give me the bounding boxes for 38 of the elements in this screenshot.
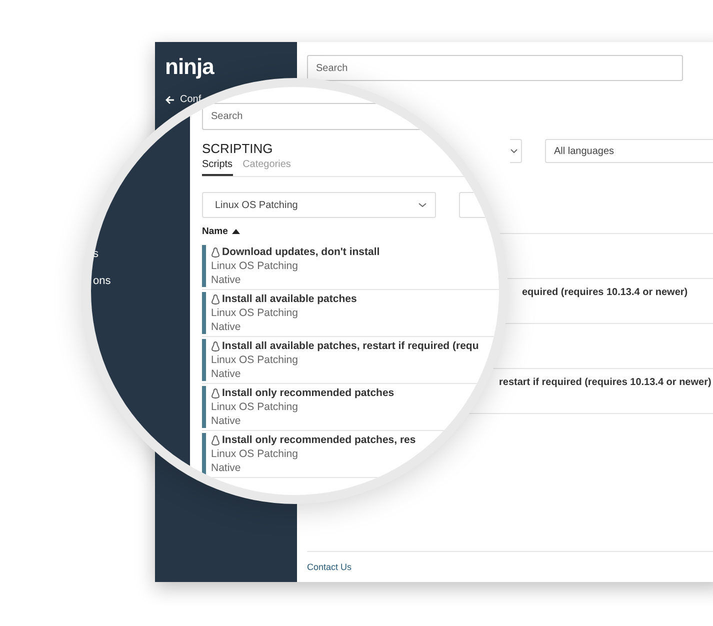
dropdown[interactable]: All languages (545, 139, 713, 163)
script-name: Install only recommended patches (222, 386, 394, 400)
script-language: Native (211, 414, 242, 428)
script-language: Native (211, 461, 242, 475)
category-dropdown[interactable]: Linux OS Patching (202, 192, 436, 218)
script-name: Download updates, don't install (222, 245, 380, 259)
script-language: Native (211, 367, 242, 381)
script-row[interactable]: Install only recommended patches Linux OS Patching Native (202, 384, 499, 431)
script-name: restart if required (requires 10.13.4 or newer) (499, 377, 712, 390)
script-category: Linux OS Patching (211, 353, 299, 367)
script-category: Linux OS Patching (211, 306, 299, 320)
search-field[interactable]: Search (307, 55, 683, 81)
script-row[interactable]: Install all available patches, restart if required (requ Linux OS Patching Native (202, 337, 499, 384)
script-row[interactable]: Install all available patches Linux OS Patching Native (202, 290, 499, 337)
search-field[interactable]: Search (202, 103, 422, 130)
script-language: Native (211, 320, 242, 334)
logo: ninja (165, 54, 216, 80)
sort-up-icon (232, 229, 240, 234)
script-language: Native (211, 273, 242, 287)
script-category: Linux OS Patching (211, 447, 299, 461)
tab[interactable]: Scripts (202, 159, 233, 176)
column-header[interactable]: Name (202, 226, 228, 237)
contact-link[interactable]: Contact Us (307, 562, 352, 572)
script-category: Linux OS Patching (211, 259, 299, 273)
script-category: Linux OS Patching (211, 400, 299, 414)
back-link[interactable]: Conf (180, 94, 202, 105)
back-arrow-icon[interactable] (165, 94, 175, 104)
chevron-icon (510, 148, 518, 154)
page-title: SCRIPTING (202, 141, 273, 156)
script-name: Install only recommended patches, res (222, 433, 416, 447)
script-name: equired (requires 10.13.4 or newer) (522, 287, 688, 300)
script-row[interactable]: Download updates, don't install Linux OS Patching Native (202, 243, 499, 290)
script-name: Install all available patches (222, 292, 357, 306)
script-name: Install all available patches, restart if required (requ (222, 339, 479, 353)
chevron-icon (418, 202, 427, 208)
script-row[interactable]: Install only recommended patches, res Linux OS Patching Native (202, 431, 499, 478)
dropdown[interactable] (510, 139, 522, 163)
sidebar-item[interactable]: ons (93, 275, 111, 302)
